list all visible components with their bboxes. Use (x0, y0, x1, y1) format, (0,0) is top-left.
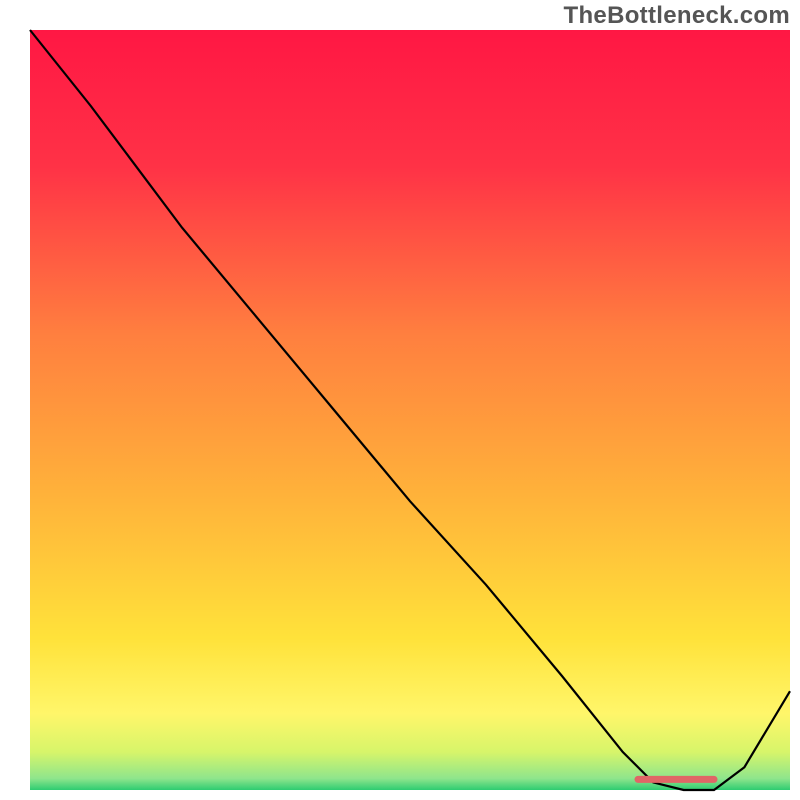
plot-background (30, 30, 790, 790)
chart-frame: TheBottleneck.com (0, 0, 800, 800)
chart-svg (0, 0, 800, 800)
